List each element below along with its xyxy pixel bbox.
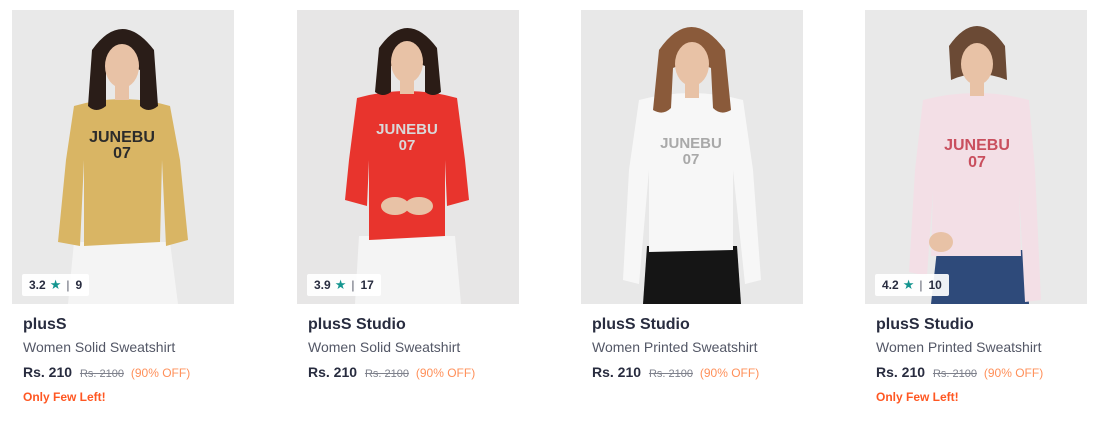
print-text-line1: JUNEBU bbox=[89, 129, 155, 146]
product-title: Women Solid Sweatshirt bbox=[308, 339, 461, 355]
product-photo: JUNEBU 07 bbox=[865, 10, 1087, 304]
print-text-line2: 07 bbox=[113, 145, 131, 162]
stock-note: Only Few Left! bbox=[876, 390, 959, 404]
print-text-line2: 07 bbox=[968, 154, 986, 171]
rating-badge: 4.2 ★ | 10 bbox=[875, 274, 949, 296]
print-text-line1: JUNEBU bbox=[944, 137, 1010, 154]
star-icon: ★ bbox=[902, 277, 915, 292]
product-mrp: Rs. 2100 bbox=[79, 368, 124, 380]
rating-count: 10 bbox=[928, 278, 942, 292]
rating-divider: | bbox=[919, 278, 923, 292]
product-card[interactable]: JUNEBU 07 plusS Studio Women Printed Swe… bbox=[581, 10, 803, 420]
product-photo: JUNEBU 07 bbox=[297, 10, 519, 304]
rating-value: 3.9 bbox=[314, 278, 331, 292]
rating-value: 3.2 bbox=[29, 278, 46, 292]
product-image[interactable]: JUNEBU 07 4.2 ★ | 10 bbox=[865, 10, 1087, 304]
rating-badge: 3.9 ★ | 17 bbox=[307, 274, 381, 296]
product-image[interactable]: JUNEBU 07 3.2 ★ | 9 bbox=[12, 10, 234, 304]
rating-count: 9 bbox=[75, 278, 83, 292]
product-brand: plusS bbox=[23, 316, 67, 333]
product-title: Women Printed Sweatshirt bbox=[592, 339, 758, 355]
print-text-line2: 07 bbox=[399, 137, 416, 154]
print-text-line1: JUNEBU bbox=[376, 121, 438, 138]
product-discount: (90% OFF) bbox=[415, 366, 476, 380]
product-discount: (90% OFF) bbox=[699, 366, 760, 380]
product-mrp: Rs. 2100 bbox=[932, 368, 977, 380]
product-price-row: Rs. 210 Rs. 2100 (90% OFF) bbox=[865, 364, 1087, 380]
product-brand: plusS Studio bbox=[592, 316, 690, 333]
product-price-row: Rs. 210 Rs. 2100 (90% OFF) bbox=[581, 364, 803, 380]
product-price: Rs. 210 bbox=[876, 364, 926, 380]
rating-divider: | bbox=[66, 278, 70, 292]
product-photo: JUNEBU 07 bbox=[12, 10, 234, 304]
stock-note: Only Few Left! bbox=[23, 390, 106, 404]
product-image[interactable]: JUNEBU 07 bbox=[581, 10, 803, 304]
product-price: Rs. 210 bbox=[592, 364, 642, 380]
star-icon: ★ bbox=[49, 277, 62, 292]
print-text-line2: 07 bbox=[683, 151, 700, 168]
product-title: Women Solid Sweatshirt bbox=[23, 339, 176, 355]
rating-badge: 3.2 ★ | 9 bbox=[22, 274, 90, 296]
product-price: Rs. 210 bbox=[23, 364, 73, 380]
product-brand: plusS Studio bbox=[876, 316, 974, 333]
product-discount: (90% OFF) bbox=[130, 366, 191, 380]
product-mrp: Rs. 2100 bbox=[364, 368, 409, 380]
print-text-line1: JUNEBU bbox=[660, 135, 722, 152]
rating-divider: | bbox=[351, 278, 355, 292]
rating-count: 17 bbox=[360, 278, 374, 292]
product-mrp: Rs. 2100 bbox=[648, 368, 693, 380]
product-price-row: Rs. 210 Rs. 2100 (90% OFF) bbox=[12, 364, 234, 380]
product-card[interactable]: JUNEBU 07 3.2 ★ | 9 plusS Women Solid Sw… bbox=[12, 10, 234, 420]
star-icon: ★ bbox=[334, 277, 347, 292]
product-price-row: Rs. 210 Rs. 2100 (90% OFF) bbox=[297, 364, 519, 380]
product-price: Rs. 210 bbox=[308, 364, 358, 380]
product-brand: plusS Studio bbox=[308, 316, 406, 333]
product-title: Women Printed Sweatshirt bbox=[876, 339, 1042, 355]
product-discount: (90% OFF) bbox=[983, 366, 1044, 380]
product-image[interactable]: JUNEBU 07 3.9 ★ | 17 bbox=[297, 10, 519, 304]
product-photo: JUNEBU 07 bbox=[581, 10, 803, 304]
product-card[interactable]: JUNEBU 07 4.2 ★ | 10 plusS Studio Women … bbox=[865, 10, 1087, 420]
rating-value: 4.2 bbox=[882, 278, 899, 292]
product-card[interactable]: JUNEBU 07 3.9 ★ | 17 plusS Studio Women … bbox=[297, 10, 519, 420]
